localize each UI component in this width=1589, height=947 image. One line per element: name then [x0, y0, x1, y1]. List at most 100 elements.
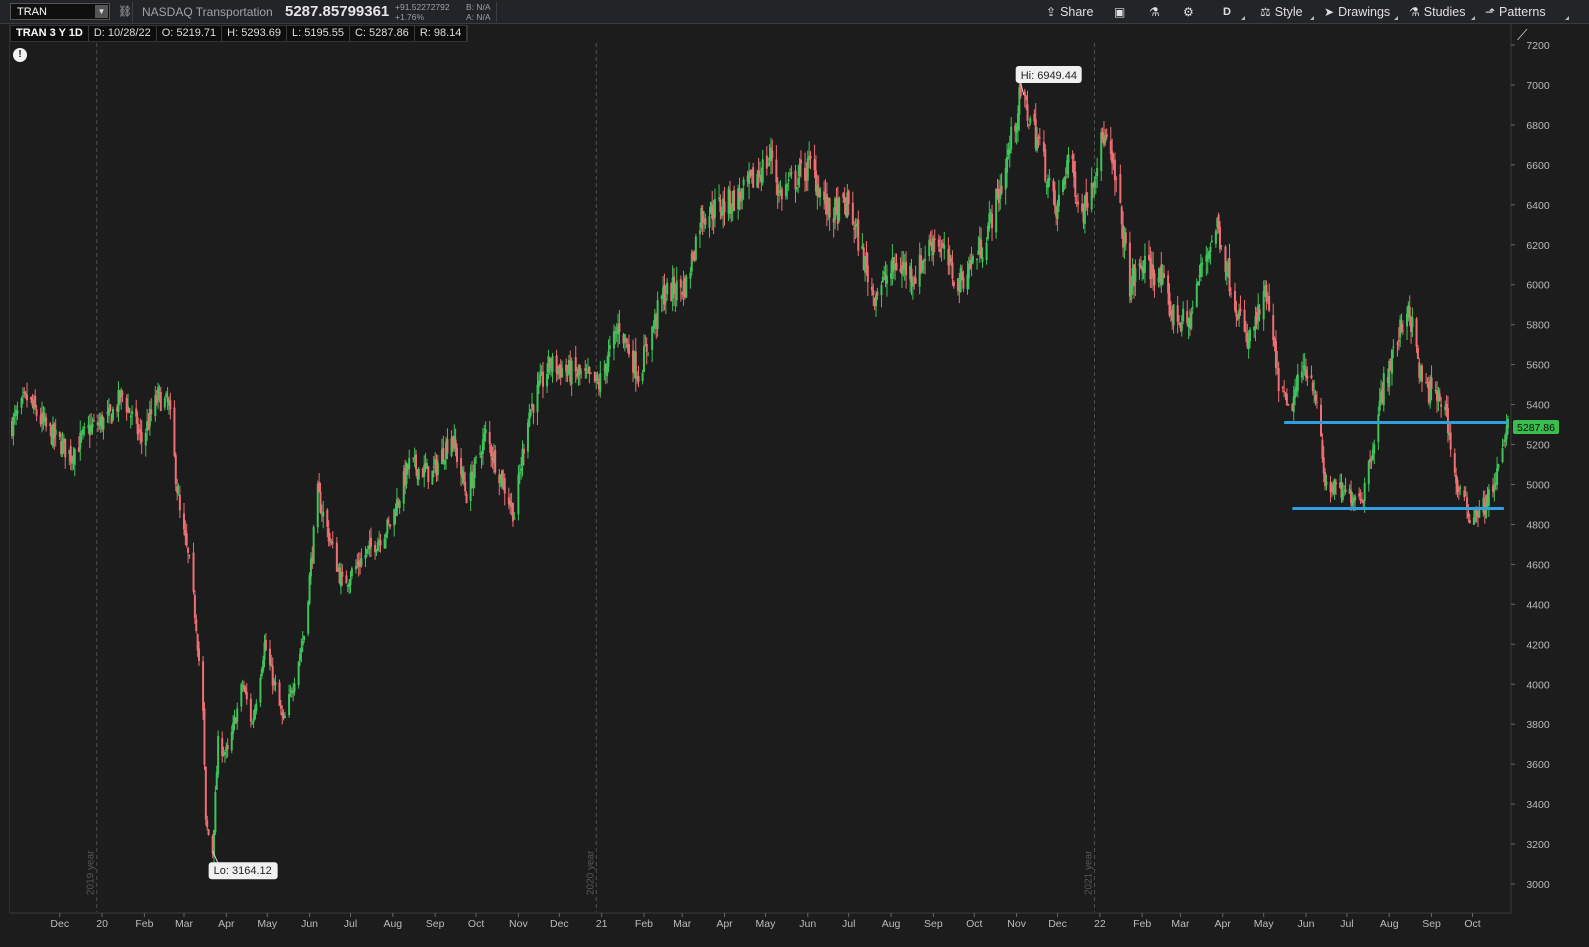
- axis-toggle[interactable]: ⟋: [1517, 26, 1528, 44]
- candle-body: [480, 456, 483, 458]
- candle-body: [193, 595, 196, 619]
- info-low: L: 5195.55: [287, 26, 350, 41]
- candle-body: [1467, 512, 1470, 517]
- candle-body: [556, 367, 559, 375]
- candle-body: [1229, 293, 1232, 295]
- candle-body: [1191, 307, 1194, 309]
- candle-body: [479, 452, 482, 455]
- info-bar: TRAN 3 Y 1D D: 10/28/22 O: 5219.71 H: 52…: [10, 25, 469, 42]
- candle-body: [1220, 245, 1223, 247]
- info-high: H: 5293.69: [222, 26, 287, 41]
- candle-body: [169, 400, 172, 410]
- candle-body: [345, 575, 348, 584]
- candle-body: [608, 345, 611, 349]
- candle-body: [236, 708, 239, 722]
- candle-body: [548, 357, 551, 369]
- candle-body: [203, 708, 206, 765]
- candle-body: [128, 407, 131, 414]
- price-chart[interactable]: 3000 3200 3400 3600 3800 4000 4200 4400 4600 4800…: [0, 0, 1589, 947]
- candle-body: [787, 179, 790, 182]
- candle-body: [641, 372, 644, 381]
- candle-body: [988, 213, 991, 229]
- trend-icon[interactable]: ⟋: [1517, 26, 1528, 44]
- candle-body: [596, 378, 599, 381]
- candle-body: [163, 398, 166, 408]
- candle-body: [1311, 382, 1314, 392]
- candle-body: [207, 829, 210, 836]
- y-tick-label: 5600: [1526, 360, 1550, 372]
- candle-body: [875, 294, 878, 307]
- candle-body: [1167, 275, 1170, 294]
- candle-body: [1344, 489, 1347, 492]
- candle-body: [880, 285, 883, 296]
- candle-body: [765, 155, 768, 169]
- candle-body: [767, 163, 770, 165]
- y-tick-label: 3200: [1526, 839, 1550, 851]
- candle-body: [299, 653, 302, 661]
- candle-body: [719, 199, 722, 212]
- x-tick-label: Dec: [1048, 918, 1067, 930]
- candle-body: [1119, 174, 1122, 203]
- candle-body: [1400, 324, 1403, 330]
- alert-icon[interactable]: !: [13, 48, 27, 62]
- candle-body: [924, 259, 927, 261]
- candle-body: [178, 494, 181, 511]
- lo-label: Lo: 3164.12: [214, 865, 272, 877]
- candle-body: [159, 392, 162, 411]
- candle-body: [1497, 464, 1500, 468]
- candle-body: [939, 248, 942, 253]
- candle-body: [806, 158, 809, 181]
- candle-body: [1478, 509, 1481, 518]
- x-tick-label: May: [1254, 918, 1275, 930]
- candle-body: [645, 343, 648, 352]
- candle-body: [1124, 232, 1127, 244]
- candle-body: [1052, 180, 1055, 192]
- x-axis[interactable]: Dec 20 Feb Mar Apr May Jun Jul Aug Sep Oct Nov Dec 21…: [50, 913, 1481, 930]
- candle-body: [541, 371, 544, 387]
- candle-body: [58, 431, 61, 437]
- candle-body: [206, 820, 209, 828]
- y-tick-label: 7000: [1526, 80, 1550, 92]
- candle-body: [517, 474, 520, 515]
- candle-body: [819, 188, 822, 198]
- candle-body: [136, 417, 139, 435]
- candle-body: [158, 388, 161, 391]
- candle-body: [1027, 124, 1030, 126]
- candle-body: [1440, 404, 1443, 407]
- candle-body: [64, 438, 67, 458]
- candle-body: [446, 439, 449, 454]
- candle-body: [756, 174, 759, 188]
- candle-body: [1449, 432, 1452, 450]
- x-tick-label: Sep: [1422, 918, 1441, 930]
- x-tick-label: Feb: [1133, 918, 1151, 930]
- candle-body: [634, 351, 637, 379]
- candle-body: [1333, 479, 1336, 494]
- candle-body: [1314, 394, 1317, 401]
- candle-body: [943, 244, 946, 250]
- candle-body: [262, 660, 265, 672]
- candle-body: [584, 368, 587, 371]
- candle-body: [1283, 391, 1286, 393]
- candle-body: [532, 404, 535, 413]
- candle-body: [1113, 159, 1116, 181]
- candle-body: [985, 242, 988, 260]
- candle-body: [196, 634, 199, 651]
- candle-body: [1029, 118, 1032, 124]
- candle-body: [131, 411, 134, 415]
- candle-body: [1468, 519, 1471, 524]
- y-tick-label: 3400: [1526, 799, 1550, 811]
- candle-body: [112, 408, 115, 420]
- candle-body: [297, 661, 300, 686]
- candle-body: [1416, 347, 1419, 359]
- candle-body: [360, 558, 363, 566]
- candle-body: [1265, 284, 1268, 302]
- y-axis[interactable]: 3000 3200 3400 3600 3800 4000 4200 4400 4600 4800…: [1511, 40, 1550, 891]
- candle-body: [331, 542, 334, 544]
- candle-body: [656, 300, 659, 330]
- x-tick-label: Dec: [50, 918, 69, 930]
- info-close: C: 5287.86: [350, 26, 415, 41]
- candle-body: [464, 481, 467, 492]
- candle-body: [1234, 290, 1237, 311]
- candle-body: [1425, 382, 1428, 384]
- candle-body: [121, 392, 124, 395]
